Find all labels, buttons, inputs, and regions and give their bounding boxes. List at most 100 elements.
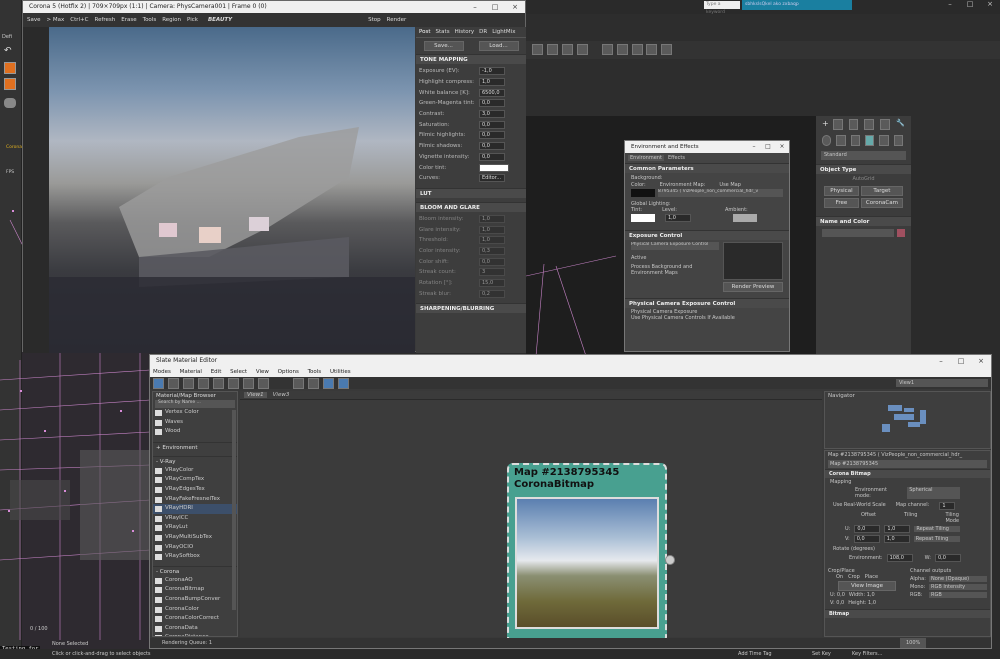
slate-maximize-icon[interactable]: □ [951,355,971,367]
env-maximize-icon[interactable]: □ [761,141,775,153]
bloom-value-field[interactable]: 1,0 [479,225,505,234]
fb-refresh-button[interactable]: Refresh [95,17,116,23]
browser-list-item[interactable]: VRayFakeFresnelTex [153,495,237,505]
browser-list-item[interactable]: VRayICC [153,514,237,524]
browser-list-item[interactable]: CoronaBitmap [153,585,237,595]
browser-list-item[interactable]: VRayCompTex [153,475,237,485]
select-tool-icon[interactable] [153,377,164,389]
tone-mapping-value-field[interactable]: 0,0 [479,99,505,108]
pick-material-icon[interactable] [168,377,179,389]
slate-minimize-icon[interactable]: – [931,355,951,367]
tone-mapping-value-field[interactable]: 0,0 [479,152,505,161]
tone-mapping-value-field[interactable]: 1,0 [479,78,505,87]
environment-rot-field[interactable]: 108,0 [886,554,913,562]
menu-edit[interactable]: Edit [211,369,222,375]
crop-height-field[interactable]: Height: 1,0 [848,600,876,606]
menu-modes[interactable]: Modes [153,369,171,375]
spacewarps-icon[interactable] [893,135,903,146]
common-params-header[interactable]: Common Parameters [625,163,789,173]
physical-exposure-header[interactable]: Physical Camera Exposure Control [625,298,789,308]
params-name-field[interactable]: Map #2138795345 [828,460,987,468]
slate-window-buttons[interactable]: – □ × [931,355,991,367]
grid-icon[interactable] [546,44,558,55]
show-bg-icon[interactable] [258,377,269,389]
select-by-material-icon[interactable] [338,377,349,389]
sharpening-header[interactable]: SHARPENING/BLURRING [416,303,526,314]
bloom-value-field[interactable]: 1,0 [479,236,505,245]
menu-options[interactable]: Options [278,369,299,375]
cameras-icon[interactable] [864,135,875,146]
render-icon[interactable] [4,78,16,90]
name-field[interactable] [822,229,894,237]
process-bg-checkbox[interactable]: Process Background and Environment Maps [631,264,719,276]
corona-icon[interactable] [4,62,16,74]
real-world-checkbox[interactable]: Use Real-World Scale [833,502,886,510]
fb-tools-button[interactable]: Tools [143,17,157,23]
fb-region-button[interactable]: Region [162,17,181,23]
lights-icon[interactable] [850,135,860,146]
render-preview-button[interactable]: Render Preview [723,282,783,292]
key-filters-button[interactable]: Key Filters... [852,649,882,659]
view-image-button[interactable]: View Image [838,581,896,591]
create-tab-icon[interactable]: + [822,119,829,130]
crop-u-field[interactable]: U: 0,0 [830,592,845,598]
u-offset-field[interactable]: 0,0 [854,525,881,533]
browser-list-item[interactable]: VRayLut [153,523,237,533]
tab-environment[interactable]: Environment [628,155,664,161]
browser-cat-corona[interactable]: - Corona [153,565,237,576]
bloom-header[interactable]: BLOOM AND GLARE [416,201,526,212]
geometry-icon[interactable] [822,135,832,146]
browser-list-item[interactable]: CoronaAO [153,576,237,586]
menu-select[interactable]: Select [230,369,247,375]
tab-dr[interactable]: DR [479,29,487,35]
material-node[interactable]: Map #2138795345 CoronaBitmap [507,463,675,643]
fb-erase-button[interactable]: Erase [121,17,136,23]
undo-icon[interactable]: ↶ [4,46,16,56]
minimize-icon[interactable]: – [940,0,960,8]
max-window-buttons[interactable]: – □ × [940,0,1000,8]
browser-list-item[interactable]: CoronaDistance [153,633,237,636]
bloom-value-field[interactable]: 1,0 [479,214,505,223]
browser-list-item[interactable]: CoronaData [153,624,237,634]
slate-close-icon[interactable]: × [971,355,991,367]
delete-icon[interactable] [213,377,224,389]
tab-lightmix[interactable]: LightMix [492,29,515,35]
tab-history[interactable]: History [455,29,475,35]
map-channel-field[interactable]: 1 [939,502,956,510]
exposure-dropdown[interactable]: Physical Camera Exposure Control [631,242,719,250]
env-map-button[interactable]: 8795345 ( VizPeople_non_commercial_hdr_v [658,189,783,197]
display-icon[interactable] [880,119,891,130]
tone-mapping-value-field[interactable]: -1,0 [479,67,505,76]
browser-list-item[interactable]: CoronaBumpConver [153,595,237,605]
corona-bitmap-header[interactable]: Corona Bitmap [825,469,990,478]
mono-dropdown[interactable]: RGB Intensity [929,584,987,590]
layout-children-icon[interactable] [308,377,319,389]
v-offset-field[interactable]: 0,0 [853,535,880,543]
env-window-buttons[interactable]: – □ × [747,141,789,153]
bloom-value-field[interactable]: 0,3 [479,246,505,255]
assign-material-icon[interactable] [198,377,209,389]
autogrid-checkbox[interactable]: AutoGrid [816,174,911,184]
browser-list-item[interactable]: Waves [153,418,237,428]
fb-stop-button[interactable]: Stop [368,17,381,23]
fb-save-button[interactable]: Save [27,17,41,23]
use-physical-controls-checkbox[interactable]: Use Physical Camera Controls If Availabl… [631,315,783,321]
tint-swatch[interactable] [631,214,655,222]
crop-on-checkbox[interactable]: On [836,574,843,580]
tone-mapping-value-field[interactable]: 0,0 [479,142,505,151]
bloom-value-field[interactable]: 0,0 [479,257,505,266]
tone-mapping-header[interactable]: TONE MAPPING [416,54,526,64]
browser-list-item[interactable]: VRayColor [153,466,237,476]
tone-mapping-value-field[interactable]: 0,0 [479,131,505,140]
tone-mapping-value-field[interactable]: 0,0 [479,120,505,129]
browser-list-item[interactable]: CoronaColor [153,605,237,615]
browser-cat-environment[interactable]: + Environment [153,441,237,452]
crop-radio[interactable]: Crop [848,574,860,580]
zoom-dropdown[interactable]: 100% [900,638,927,648]
node-output-socket[interactable] [665,555,675,565]
parameter-editor-icon[interactable] [323,377,334,389]
view-dropdown[interactable]: View1 [896,379,988,387]
put-material-icon[interactable] [183,377,194,389]
close-icon[interactable]: × [980,0,1000,8]
tone-mapping-value-field[interactable]: 3,0 [479,110,505,119]
